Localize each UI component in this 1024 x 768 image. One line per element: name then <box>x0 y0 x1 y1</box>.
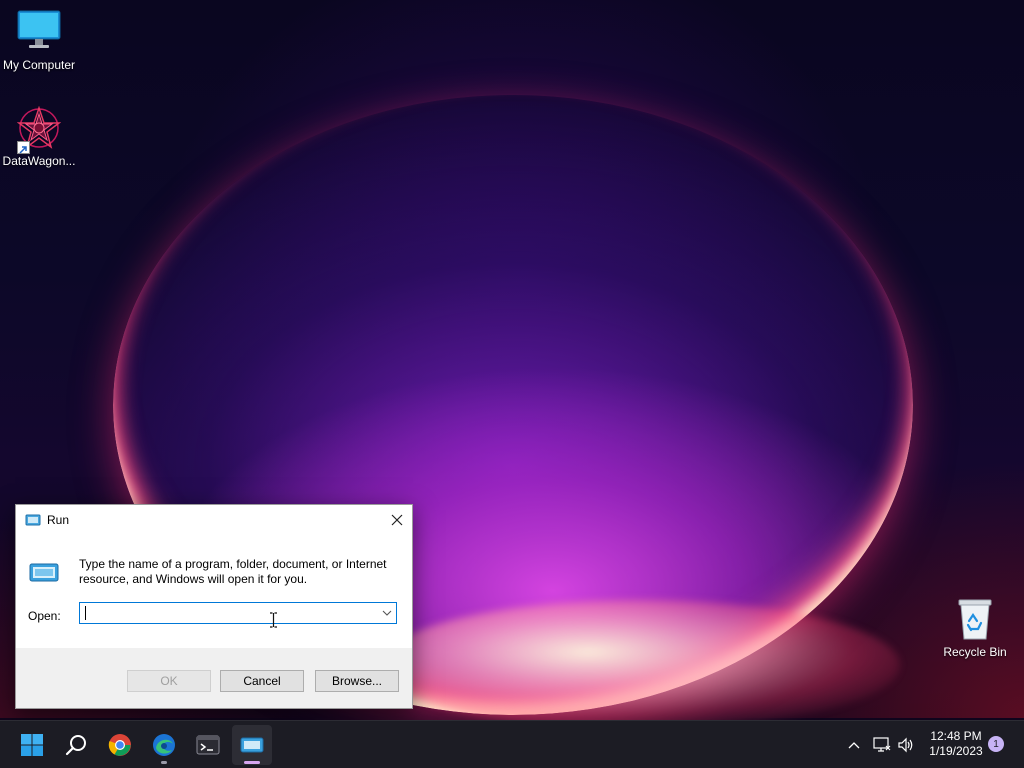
open-combobox[interactable] <box>79 602 397 624</box>
chrome-icon <box>108 734 131 756</box>
desktop-icon-my-computer[interactable]: My Computer <box>0 10 78 72</box>
chevron-down-icon <box>382 610 392 616</box>
shortcut-arrow-icon <box>17 141 30 154</box>
desktop-icon-datawagon[interactable]: DataWagon... <box>0 105 78 168</box>
recycle-bin-icon <box>953 597 997 641</box>
open-label: Open: <box>28 609 61 623</box>
taskbar-edge-button[interactable] <box>144 725 184 765</box>
run-dialog-titlebar[interactable]: Run <box>16 505 412 534</box>
chevron-up-icon <box>848 742 860 749</box>
run-dialog: Run Type the name of a program, folder, … <box>15 504 413 709</box>
text-cursor-icon <box>270 612 277 628</box>
close-button[interactable] <box>382 505 412 534</box>
ok-button[interactable]: OK <box>127 670 211 692</box>
close-icon <box>391 514 403 525</box>
clock-time: 12:48 PM <box>930 729 982 743</box>
run-icon <box>25 513 41 527</box>
text-caret <box>85 606 86 620</box>
desktop-icon-label: DataWagon... <box>2 154 76 168</box>
terminal-icon <box>196 735 220 755</box>
monitor-icon <box>17 10 61 54</box>
volume-button[interactable] <box>894 721 918 768</box>
active-indicator <box>244 761 260 764</box>
browse-button[interactable]: Browse... <box>315 670 399 692</box>
run-dialog-description: Type the name of a program, folder, docu… <box>79 557 387 586</box>
taskbar-run-button[interactable] <box>232 725 272 765</box>
run-dialog-body: Type the name of a program, folder, docu… <box>16 534 412 646</box>
datawagon-app-icon <box>16 105 62 154</box>
volume-icon <box>898 737 913 753</box>
desktop-icon-label: Recycle Bin <box>943 645 1007 659</box>
desktop-icon-recycle-bin[interactable]: Recycle Bin <box>936 597 1014 659</box>
taskbar-clock[interactable]: 12:48 PM 1/19/2023 <box>918 729 994 759</box>
running-indicator <box>161 761 167 764</box>
start-button[interactable] <box>12 725 52 765</box>
search-icon <box>65 735 86 756</box>
edge-icon <box>153 734 175 756</box>
run-icon <box>240 737 264 753</box>
run-dialog-footer: OK Cancel Browse... <box>16 648 412 708</box>
notification-badge[interactable]: 1 <box>988 736 1004 752</box>
clock-date: 1/19/2023 <box>929 744 983 758</box>
desktop-icon-label: My Computer <box>2 58 76 72</box>
taskbar-chrome-button[interactable] <box>100 725 140 765</box>
show-hidden-icons-button[interactable] <box>842 721 866 768</box>
taskbar: 12:48 PM 1/19/2023 <box>0 720 1024 768</box>
cancel-button[interactable]: Cancel <box>220 670 304 692</box>
windows-start-icon <box>21 734 43 756</box>
wallpaper-glow <box>380 600 900 730</box>
run-program-icon <box>28 559 60 585</box>
network-button[interactable] <box>870 721 894 768</box>
open-input[interactable] <box>80 603 378 623</box>
taskbar-terminal-button[interactable] <box>188 725 228 765</box>
desktop: My Computer DataWagon... Recycle Bin Run… <box>0 0 1024 768</box>
taskbar-search-button[interactable] <box>56 725 96 765</box>
network-icon <box>873 737 891 752</box>
dialog-title: Run <box>47 512 70 527</box>
dropdown-button[interactable] <box>379 604 395 622</box>
